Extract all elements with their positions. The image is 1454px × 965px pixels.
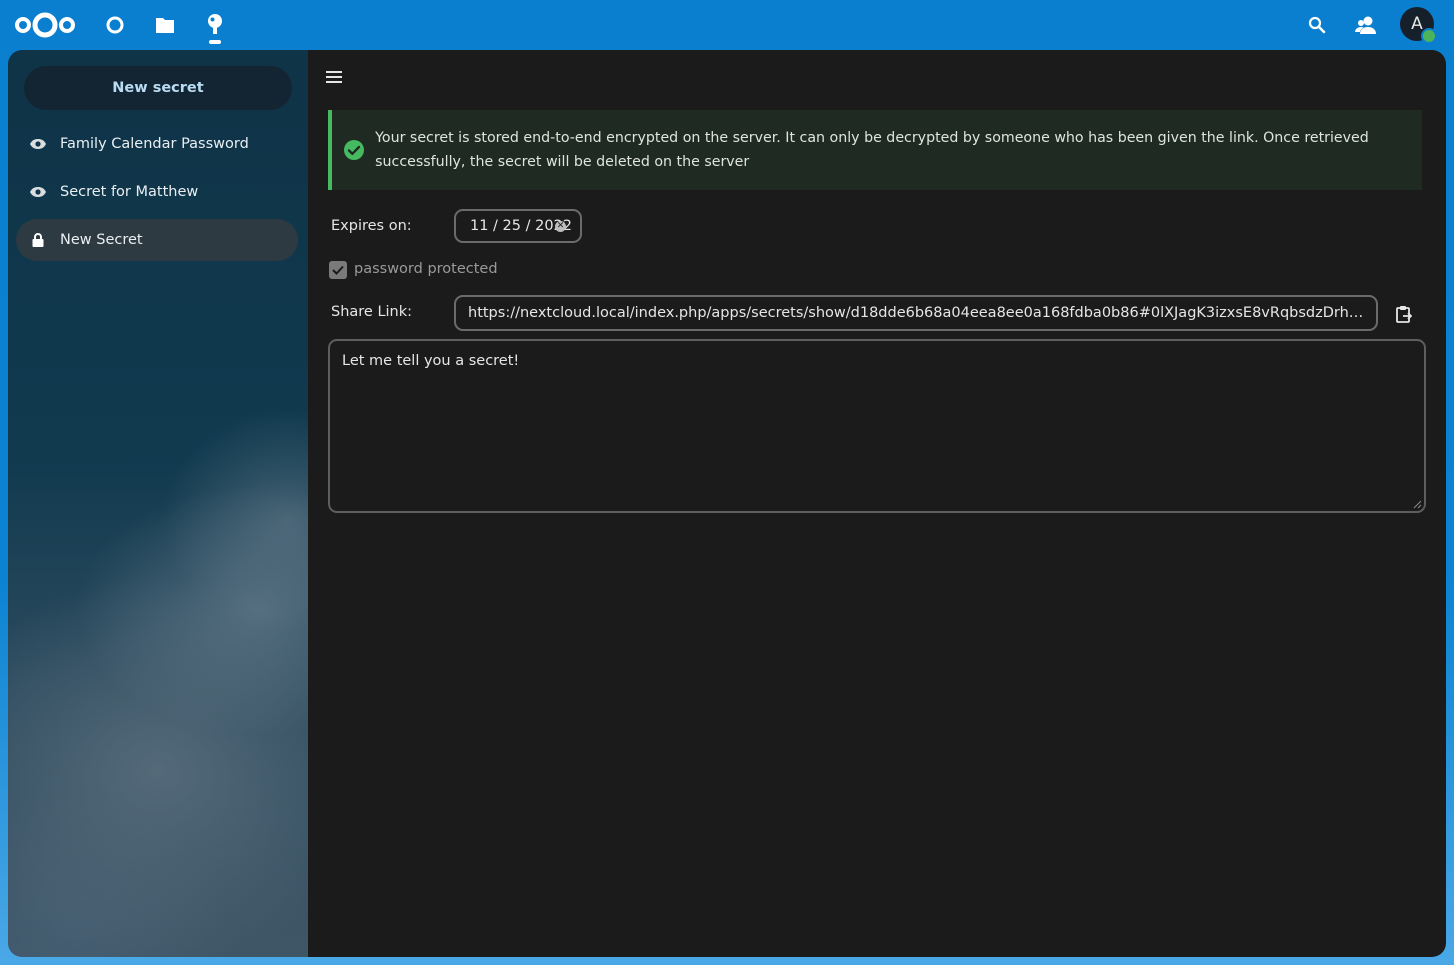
main-content: Your secret is stored end-to-end encrypt… xyxy=(308,50,1446,957)
folder-icon[interactable] xyxy=(150,10,180,40)
resize-grip-icon[interactable] xyxy=(1413,500,1422,509)
sidebar-item-family-calendar-password[interactable]: Family Calendar Password xyxy=(16,123,298,165)
share-link-value: https://nextcloud.local/index.php/apps/s… xyxy=(468,305,1364,321)
banner-text: Your secret is stored end-to-end encrypt… xyxy=(375,130,1369,170)
dashboard-circle-icon[interactable] xyxy=(100,10,130,40)
password-protected-checkbox[interactable] xyxy=(329,261,347,279)
sidebar-item-new-secret[interactable]: New Secret xyxy=(16,219,298,261)
online-status-badge xyxy=(1421,28,1437,44)
top-bar: A xyxy=(0,0,1454,50)
secret-text: Let me tell you a secret! xyxy=(342,353,520,369)
lock-icon xyxy=(16,233,60,247)
check-circle-icon xyxy=(332,139,375,161)
sidebar: New secret Family Calendar Password Secr… xyxy=(8,50,308,957)
sidebar-item-secret-for-matthew[interactable]: Secret for Matthew xyxy=(16,171,298,213)
sidebar-item-label: Family Calendar Password xyxy=(60,136,249,152)
sidebar-item-label: Secret for Matthew xyxy=(60,184,199,200)
clear-date-icon[interactable]: ✕ xyxy=(555,221,566,232)
secrets-icon[interactable] xyxy=(200,8,230,44)
expiration-date-input[interactable]: 11 / 25 / 2022 ✕ xyxy=(454,209,582,243)
new-secret-label: New secret xyxy=(112,80,204,96)
share-link-label: Share Link: xyxy=(331,304,413,320)
eye-icon xyxy=(16,186,60,198)
expires-label: Expires on: xyxy=(331,218,412,234)
share-link-input[interactable]: https://nextcloud.local/index.php/apps/s… xyxy=(454,295,1378,331)
secret-textarea[interactable]: Let me tell you a secret! xyxy=(328,339,1426,513)
hamburger-icon[interactable] xyxy=(322,66,346,88)
encryption-info-banner: Your secret is stored end-to-end encrypt… xyxy=(328,110,1422,190)
clipboard-copy-icon[interactable] xyxy=(1392,302,1416,326)
search-icon[interactable] xyxy=(1302,10,1332,40)
password-protected-label: password protected xyxy=(354,261,498,277)
new-secret-button[interactable]: New secret xyxy=(24,66,292,110)
nextcloud-logo-icon[interactable] xyxy=(12,8,78,42)
eye-icon xyxy=(16,138,60,150)
active-app-indicator xyxy=(209,40,221,44)
contacts-icon[interactable] xyxy=(1351,10,1381,40)
sidebar-item-label: New Secret xyxy=(60,232,143,248)
avatar-initial: A xyxy=(1411,14,1423,34)
app-window: New secret Family Calendar Password Secr… xyxy=(8,50,1446,957)
